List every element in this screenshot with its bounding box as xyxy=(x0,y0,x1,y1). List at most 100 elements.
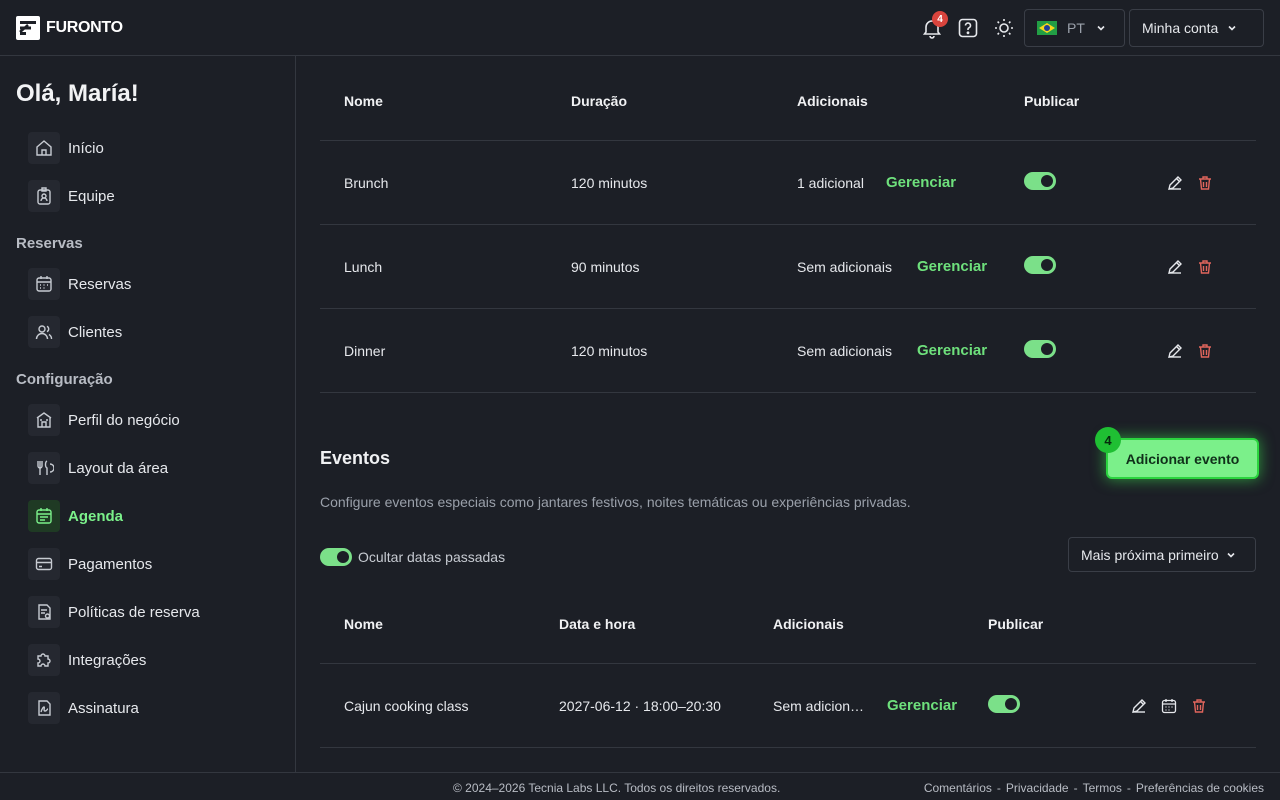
service-name: Lunch xyxy=(344,259,383,275)
event-datetime: 2027-06-12 · 18:00–20:30 xyxy=(559,698,721,714)
badge-icon xyxy=(28,180,60,212)
chevron-down-icon xyxy=(1227,552,1235,558)
sidebar-item-clientes[interactable]: Clientes xyxy=(28,316,122,348)
account-label: Minha conta xyxy=(1142,20,1219,36)
policy-icon xyxy=(28,596,60,628)
row-divider xyxy=(320,308,1256,309)
publish-toggle[interactable] xyxy=(988,695,1020,713)
service-addons: 1 adicional xyxy=(797,175,864,191)
footer-separator: - xyxy=(1073,781,1078,795)
column-header-name: Nome xyxy=(344,616,383,632)
sidebar-item-label: Pagamentos xyxy=(68,555,153,573)
service-duration: 120 minutos xyxy=(571,343,648,359)
sidebar-item-label: Layout da área xyxy=(68,459,169,477)
footer-separator: - xyxy=(996,781,1001,795)
brazil-flag-icon xyxy=(1037,21,1057,35)
footer-link-privacidade[interactable]: Privacidade xyxy=(1006,781,1069,795)
sidebar-item-layout[interactable]: Layout da área xyxy=(28,452,168,484)
service-addons: Sem adicionais xyxy=(797,259,892,275)
service-name: Dinner xyxy=(344,343,386,359)
puzzle-icon xyxy=(28,644,60,676)
pencil-icon[interactable] xyxy=(1166,342,1184,360)
sidebar-item-label: Assinatura xyxy=(68,699,139,717)
sidebar-item-label: Equipe xyxy=(68,187,115,205)
footer-links: Comentários - Privacidade - Termos - Pre… xyxy=(924,781,1264,795)
publish-toggle[interactable] xyxy=(1024,256,1056,274)
home-icon xyxy=(28,132,60,164)
language-select[interactable]: PT xyxy=(1024,9,1125,47)
row-divider xyxy=(320,224,1256,225)
column-header-addons: Adicionais xyxy=(797,93,868,109)
utensils-icon xyxy=(28,452,60,484)
pencil-icon[interactable] xyxy=(1166,258,1184,276)
chevron-down-icon xyxy=(1097,25,1105,31)
footer-link-cookies[interactable]: Preferências de cookies xyxy=(1136,781,1264,795)
greeting: Olá, María! xyxy=(16,80,139,107)
sidebar-item-integracoes[interactable]: Integrações xyxy=(28,644,146,676)
footer-link-comentarios[interactable]: Comentários xyxy=(924,781,992,795)
manage-addons-link[interactable]: Gerenciar xyxy=(887,697,957,714)
trash-icon[interactable] xyxy=(1196,342,1214,360)
row-divider xyxy=(320,392,1256,393)
sun-icon[interactable] xyxy=(992,16,1016,40)
hide-past-toggle-row[interactable]: Ocultar datas passadas xyxy=(320,548,505,566)
brand-logo[interactable]: FURONTO xyxy=(16,16,123,40)
footer-link-termos[interactable]: Termos xyxy=(1083,781,1122,795)
section-title-configuracao: Configuração xyxy=(16,371,113,388)
service-duration: 90 minutos xyxy=(571,259,640,275)
sidebar-item-reservas[interactable]: Reservas xyxy=(28,268,131,300)
hide-past-label: Ocultar datas passadas xyxy=(358,549,506,565)
signature-icon xyxy=(28,692,60,724)
footer: © 2024–2026 Tecnia Labs LLC. Todos os di… xyxy=(0,772,1280,800)
sidebar-item-equipe[interactable]: Equipe xyxy=(28,180,115,212)
publish-toggle[interactable] xyxy=(1024,340,1056,358)
column-header-name: Nome xyxy=(344,93,383,109)
sidebar-item-perfil[interactable]: Perfil do negócio xyxy=(28,404,180,436)
sidebar-item-label: Perfil do negócio xyxy=(68,411,180,429)
service-addons: Sem adicionais xyxy=(797,343,892,359)
column-header-publish: Publicar xyxy=(988,616,1044,632)
users-icon xyxy=(28,316,60,348)
row-divider xyxy=(320,663,1256,664)
chevron-down-icon xyxy=(1228,25,1236,31)
manage-addons-link[interactable]: Gerenciar xyxy=(917,342,987,359)
account-menu[interactable]: Minha conta xyxy=(1129,9,1264,47)
column-header-publish: Publicar xyxy=(1024,93,1080,109)
sidebar-item-agenda[interactable]: Agenda xyxy=(28,500,123,532)
trash-icon[interactable] xyxy=(1196,174,1214,192)
service-duration: 120 minutos xyxy=(571,175,648,191)
schedule-icon xyxy=(28,500,60,532)
sidebar-item-label: Início xyxy=(68,139,104,157)
sort-label: Mais próxima primeiro xyxy=(1081,546,1219,563)
store-icon xyxy=(28,404,60,436)
sidebar-item-label: Integrações xyxy=(68,651,147,669)
manage-addons-link[interactable]: Gerenciar xyxy=(917,258,987,275)
row-divider xyxy=(320,140,1256,141)
calendar-icon[interactable] xyxy=(1160,697,1178,715)
add-event-button[interactable]: Adicionar evento xyxy=(1108,440,1257,477)
sidebar-item-label: Clientes xyxy=(68,323,123,341)
publish-toggle[interactable] xyxy=(1024,172,1056,190)
section-title-reservas: Reservas xyxy=(16,235,83,252)
top-bar: FURONTO 4 PT Minha conta xyxy=(0,0,1280,56)
language-label: PT xyxy=(1067,20,1085,36)
pencil-icon[interactable] xyxy=(1130,697,1148,715)
trash-icon[interactable] xyxy=(1196,258,1214,276)
column-header-datetime: Data e hora xyxy=(559,616,636,632)
sidebar-item-pagamentos[interactable]: Pagamentos xyxy=(28,548,152,580)
hide-past-toggle[interactable] xyxy=(320,548,352,566)
manage-addons-link[interactable]: Gerenciar xyxy=(886,174,956,191)
calendar-icon xyxy=(28,268,60,300)
help-icon[interactable] xyxy=(956,16,980,40)
pencil-icon[interactable] xyxy=(1166,174,1184,192)
events-description: Configure eventos especiais como jantare… xyxy=(320,494,911,510)
sidebar-item-inicio[interactable]: Início xyxy=(28,132,104,164)
row-divider xyxy=(320,747,1256,748)
brand-logo-icon xyxy=(16,16,40,40)
add-event-badge: 4 xyxy=(1095,427,1121,453)
sidebar-item-politicas[interactable]: Políticas de reserva xyxy=(28,596,200,628)
card-icon xyxy=(28,548,60,580)
trash-icon[interactable] xyxy=(1190,697,1208,715)
sort-select[interactable]: Mais próxima primeiro xyxy=(1068,537,1256,572)
sidebar-item-assinatura[interactable]: Assinatura xyxy=(28,692,139,724)
